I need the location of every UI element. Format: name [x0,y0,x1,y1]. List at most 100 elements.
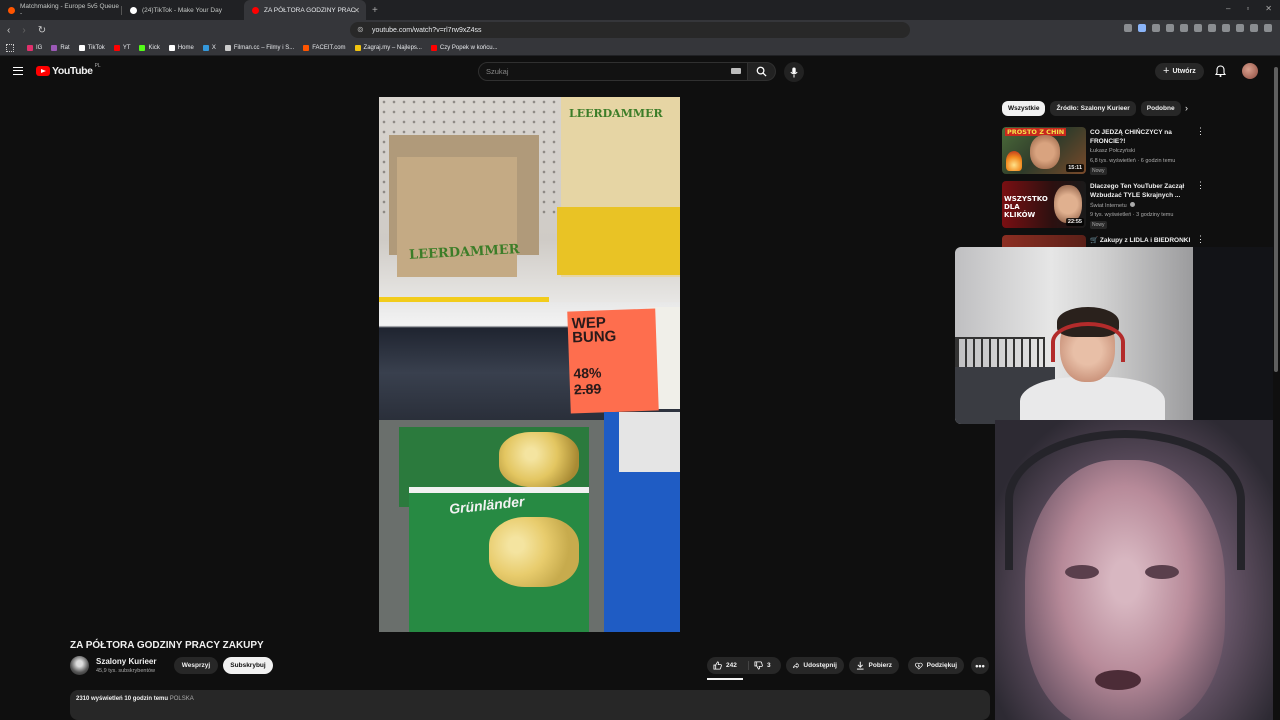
channel-name: Świat Internetu [1090,203,1127,209]
more-vertical-icon[interactable]: ⋮ [1196,127,1205,136]
url-field[interactable]: ⊚ youtube.com/watch?v=rl7rw9xZ4ss [350,22,910,38]
browser-tab-active[interactable]: ZA PÓŁTORA GODZINY PRAC ✕ [244,0,366,20]
more-vertical-icon[interactable]: ⋮ [1196,235,1205,244]
video-title[interactable]: CO JEDZĄ CHIŃCZYCY na FRONCIE?! [1090,128,1194,146]
bookmark-label: Home [177,44,194,51]
more-vertical-icon[interactable]: ⋮ [1196,181,1205,190]
chip-from-channel[interactable]: Źródło: Szalony Kurieer [1050,101,1136,116]
bookmark[interactable]: Filman.cc – Filmy i S... [224,44,294,51]
download-icon [856,661,864,670]
apps-grid-icon[interactable] [6,43,14,52]
video-title-row[interactable]: 🛒 Zakupy z LIDLA i BIEDRONKI [1090,236,1194,245]
reload-icon[interactable]: ↻ [38,25,46,36]
bookmark-favicon-icon [78,44,85,51]
extension-icon[interactable] [1124,24,1132,32]
bookmark[interactable]: Home [168,44,194,51]
account-avatar[interactable] [1242,63,1258,79]
back-icon[interactable]: ‹ [7,25,10,36]
mouth [1095,670,1141,690]
like-button[interactable]: 242 [707,661,749,670]
extension-icon[interactable] [1180,24,1188,32]
close-tab-icon[interactable]: ✕ [353,6,360,15]
thanks-button[interactable]: $ Podziękuj [908,657,964,674]
video-thumbnail[interactable]: WSZYSTKO DLA KLIKÓW 22:55 [1002,181,1086,228]
price-old: 2.89 [573,380,602,398]
bookmark[interactable]: Rat [51,44,70,51]
extension-icon[interactable] [1250,24,1258,32]
video-player[interactable]: LEERDAMMER LEERDAMMER WEP BUNG 48% 2.89 … [379,97,680,632]
forward-icon[interactable]: › [22,25,25,36]
search-button[interactable] [748,62,776,81]
recommended-video[interactable]: WSZYSTKO DLA KLIKÓW 22:55 Dlaczego Ten Y… [1002,181,1205,231]
chevron-right-icon[interactable]: › [1185,103,1188,113]
site-info-icon[interactable]: ⊚ [357,25,364,34]
extension-icon[interactable] [1152,24,1160,32]
search-icon [756,66,767,77]
video-meta: 9 tys. wyświetleń · 3 godziny temu [1090,212,1174,218]
channel-name-row[interactable]: Świat Internetu [1090,202,1136,209]
video-title[interactable]: Dlaczego Ten YouTuber Zaczął Wzbudzać TY… [1090,182,1194,200]
description-box[interactable]: 2310 wyświetleń 10 godzin temu POLSKA [70,690,990,720]
extension-icon[interactable] [1208,24,1216,32]
bookmarks-bar: IG Rat TikTok YT Kick Home X Filman.cc –… [0,40,1280,56]
super-thanks-icon: $ [915,662,923,670]
notifications-bell-icon[interactable] [1214,65,1226,77]
create-button[interactable]: + Utwórz [1155,63,1204,80]
youtube-play-icon [36,66,50,76]
search-input[interactable]: Szukaj [478,62,748,81]
voice-search-button[interactable] [784,62,804,82]
browser-tab[interactable]: Matchmaking - Europe 5v5 Queue - [0,0,122,20]
chip-related[interactable]: Podobne [1140,101,1181,116]
subscribe-button[interactable]: Subskrybuj [223,657,273,674]
bookmark-label: Kick [148,44,160,51]
menu-icon[interactable] [1264,24,1272,32]
microphone-icon [790,67,798,77]
hashtag[interactable]: POLSKA [170,696,194,702]
recommended-video[interactable]: PROSTO Z CHIN 15:11 CO JEDZĄ CHIŃCZYCY n… [1002,127,1205,177]
video-thumbnail[interactable]: PROSTO Z CHIN 15:11 [1002,127,1086,174]
keyboard-icon[interactable] [731,68,741,74]
extension-icon[interactable] [1222,24,1230,32]
scrollbar-thumb[interactable] [1274,67,1278,372]
new-badge: Nowy [1090,167,1107,175]
bookmark-label: Czy Popek w końcu... [439,44,498,51]
youtube-logo[interactable]: YouTube PL [36,63,101,77]
download-button[interactable]: Pobierz [849,657,899,674]
chip-all[interactable]: Wszystkie [1002,101,1046,116]
bookmark[interactable]: YT [113,44,130,51]
extension-icon[interactable] [1194,24,1202,32]
extension-icon[interactable] [1236,24,1244,32]
dislike-button[interactable]: 3 [749,661,771,670]
channel-name[interactable]: Łukasz Połczyński [1090,148,1135,154]
more-horizontal-icon: ••• [975,660,985,671]
channel-name[interactable]: Szalony Kurieer [96,657,156,666]
bookmark[interactable]: Zagraj.my – Najleps... [354,44,422,51]
new-tab-icon[interactable]: + [372,5,378,16]
like-dislike-group: 242 3 [707,657,781,674]
video-title: ZA PÓŁTORA GODZINY PRACY ZAKUPY [70,640,264,651]
channel-avatar[interactable] [70,656,89,675]
extension-icon[interactable] [1166,24,1174,32]
bookmark[interactable]: Czy Popek w końcu... [430,44,498,51]
bookmark[interactable]: IG [27,44,42,51]
support-button[interactable]: Wesprzyj [174,657,218,674]
url-text: youtube.com/watch?v=rl7rw9xZ4ss [372,26,482,34]
webcam-overlay [955,247,1280,424]
thumbs-up-icon [713,661,722,670]
share-button[interactable]: Udostępnij [786,657,844,674]
bookmark-favicon-icon [27,44,33,51]
bookmark-favicon-icon [202,44,209,51]
hamburger-menu-icon[interactable] [13,67,23,75]
bookmark[interactable]: X [202,44,216,51]
bookmark-label: Zagraj.my – Najleps... [363,44,422,51]
maximize-icon[interactable]: ▫ [1246,4,1249,13]
extension-icon[interactable] [1138,24,1146,32]
bookmark[interactable]: FACEIT.com [303,44,346,51]
more-actions-button[interactable]: ••• [971,657,989,674]
bookmark[interactable]: TikTok [78,44,105,51]
page-scrollbar[interactable] [1273,57,1280,720]
bookmark[interactable]: Kick [139,44,160,51]
browser-tab[interactable]: (24)TikTok - Make Your Day [122,0,244,20]
close-window-icon[interactable]: ✕ [1265,4,1272,13]
minimize-icon[interactable]: – [1226,4,1230,13]
